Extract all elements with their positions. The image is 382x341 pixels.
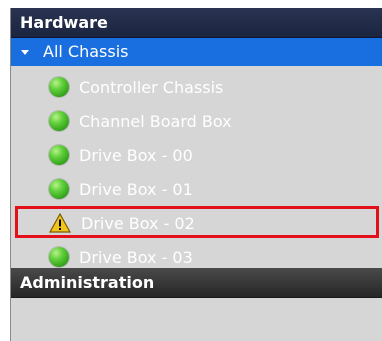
tree-item-label: Channel Board Box <box>79 111 232 131</box>
status-ok-icon <box>49 111 69 131</box>
warning-triangle-icon <box>49 213 71 233</box>
tree-item-drive-box-00[interactable]: Drive Box - 00 <box>11 138 382 172</box>
tree-item-drive-box-02[interactable]: Drive Box - 02 <box>11 206 382 240</box>
status-ok-icon <box>49 145 69 165</box>
all-chassis-label: All Chassis <box>43 42 129 61</box>
chassis-list: Controller Chassis Channel Board Box Dri… <box>11 66 382 274</box>
navigation-panel: Hardware All Chassis Controller Chassis … <box>10 8 382 341</box>
status-ok-icon <box>49 77 69 97</box>
tree-item-channel-board-box[interactable]: Channel Board Box <box>11 104 382 138</box>
tree-item-label: Drive Box - 03 <box>79 247 193 267</box>
hardware-section-header[interactable]: Hardware <box>11 8 382 38</box>
tree-item-controller-chassis[interactable]: Controller Chassis <box>11 70 382 104</box>
tree-item-label: Drive Box - 02 <box>81 213 195 233</box>
expand-caret-icon[interactable] <box>21 49 29 55</box>
tree-item-label: Drive Box - 00 <box>79 145 193 165</box>
status-ok-icon <box>49 179 69 199</box>
administration-section: Administration <box>11 268 382 298</box>
tree-item-label: Controller Chassis <box>79 77 224 97</box>
tree-item-drive-box-01[interactable]: Drive Box - 01 <box>11 172 382 206</box>
tree-item-label: Drive Box - 01 <box>79 179 193 199</box>
status-ok-icon <box>49 247 69 267</box>
all-chassis-group[interactable]: All Chassis <box>11 38 382 66</box>
administration-section-header[interactable]: Administration <box>11 268 382 298</box>
